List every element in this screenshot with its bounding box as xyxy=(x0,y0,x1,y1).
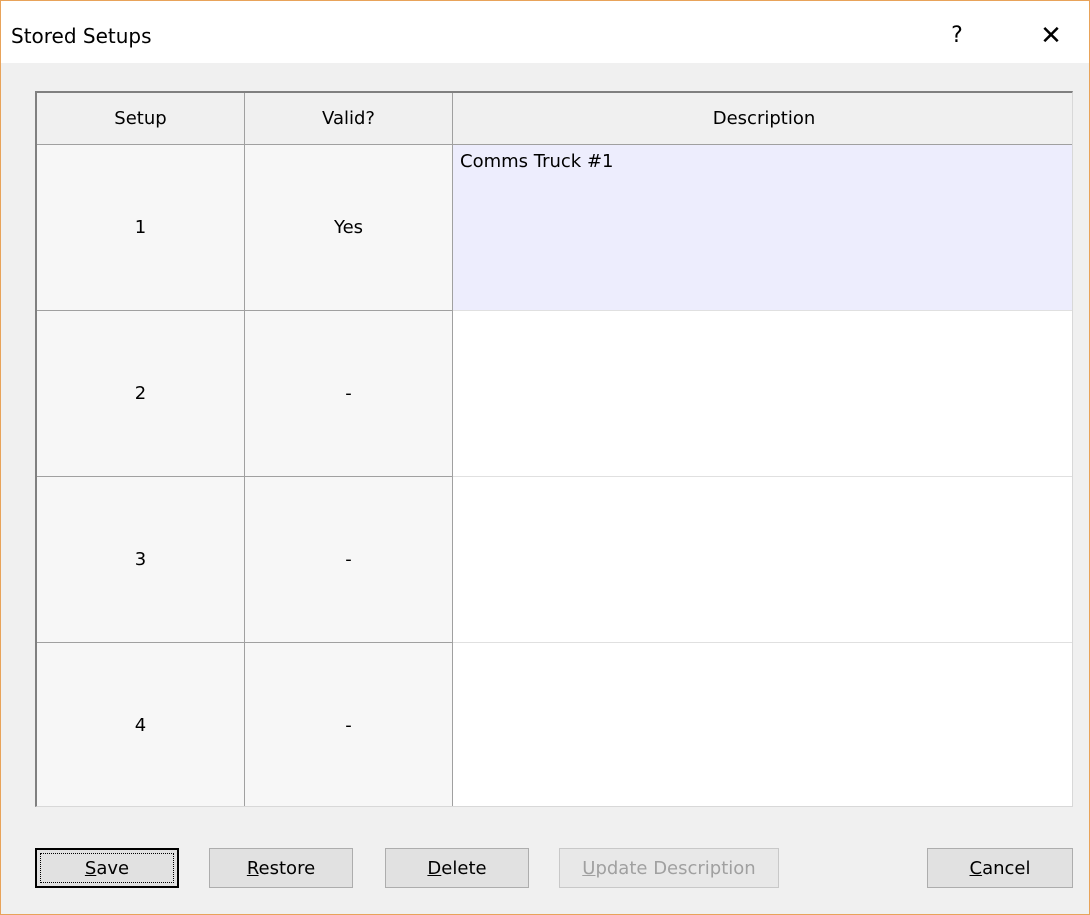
save-button-label: Save xyxy=(84,857,130,879)
row-description-cell[interactable]: Comms Truck #1 xyxy=(453,145,1072,311)
setups-grid[interactable]: Setup Valid? Description 1 Yes Comms Tru… xyxy=(35,91,1073,807)
row-setup-number[interactable]: 4 xyxy=(37,643,245,806)
row-valid-status[interactable]: - xyxy=(245,643,453,806)
title-bar[interactable]: Stored Setups ? ✕ xyxy=(1,1,1089,63)
row-description-cell[interactable] xyxy=(453,311,1072,477)
row-setup-number[interactable]: 3 xyxy=(37,477,245,643)
update-description-button-label: Update Description xyxy=(582,857,756,879)
close-icon[interactable]: ✕ xyxy=(1021,15,1081,57)
row-setup-number[interactable]: 2 xyxy=(37,311,245,477)
row-description-cell[interactable] xyxy=(453,477,1072,643)
delete-button[interactable]: Delete xyxy=(385,848,529,888)
cancel-button-label: Cancel xyxy=(969,857,1031,879)
restore-button-label: Restore xyxy=(246,857,316,879)
restore-button[interactable]: Restore xyxy=(209,848,353,888)
delete-button-label: Delete xyxy=(427,857,487,879)
column-header-description[interactable]: Description xyxy=(453,93,1072,145)
row-valid-status[interactable]: - xyxy=(245,477,453,643)
column-header-setup[interactable]: Setup xyxy=(37,93,245,145)
row-description-cell[interactable] xyxy=(453,643,1072,806)
column-header-valid[interactable]: Valid? xyxy=(245,93,453,145)
row-setup-number[interactable]: 1 xyxy=(37,145,245,311)
row-valid-status[interactable]: Yes xyxy=(245,145,453,311)
row-valid-status[interactable]: - xyxy=(245,311,453,477)
window-title: Stored Setups xyxy=(11,24,152,48)
update-description-button[interactable]: Update Description xyxy=(559,848,779,888)
cancel-button[interactable]: Cancel xyxy=(927,848,1073,888)
stored-setups-dialog: Stored Setups ? ✕ Setup Valid? Descripti… xyxy=(0,0,1090,915)
save-button[interactable]: Save xyxy=(35,848,179,888)
help-icon[interactable]: ? xyxy=(927,15,987,57)
